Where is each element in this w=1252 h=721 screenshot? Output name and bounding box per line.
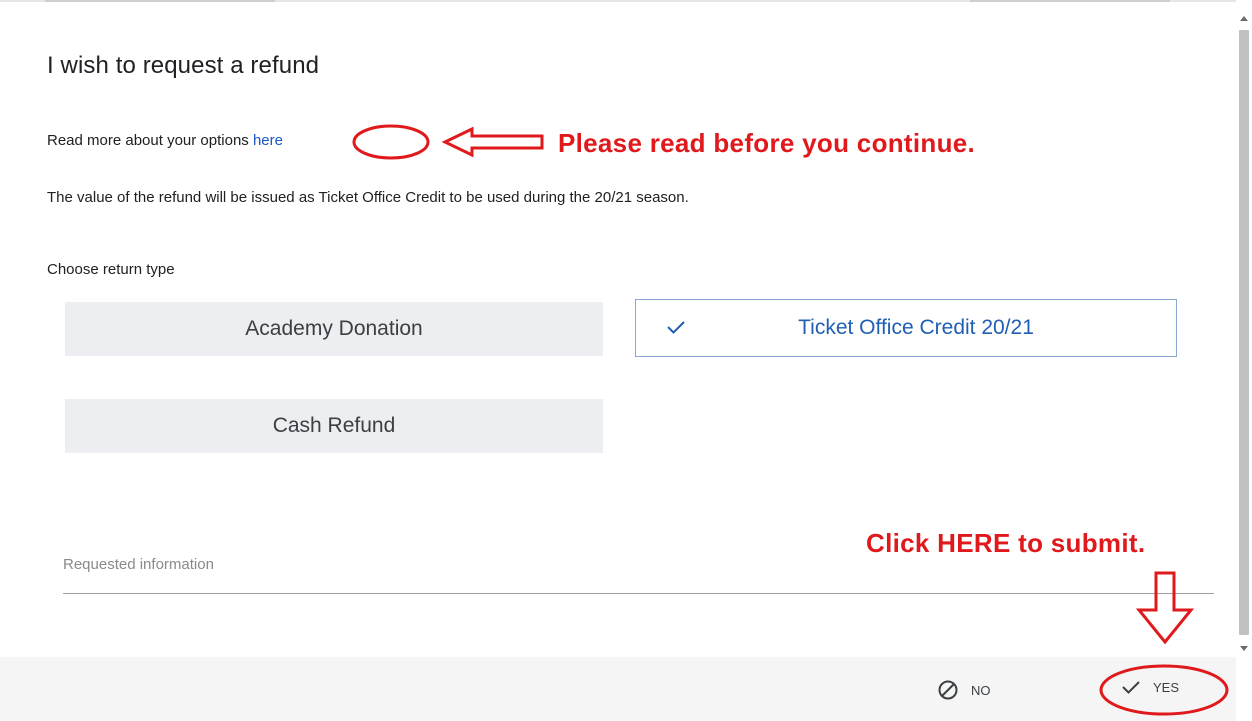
scroll-up-arrow-icon[interactable] [1240, 16, 1248, 21]
no-button[interactable]: NO [937, 679, 991, 701]
check-icon [1122, 681, 1140, 694]
option-cash-refund[interactable]: Cash Refund [65, 399, 603, 453]
top-divider [0, 0, 1236, 2]
scrollbar[interactable] [1236, 10, 1252, 655]
read-more-line: Read more about your options here [47, 132, 283, 149]
option-ticket-office-credit[interactable]: Ticket Office Credit 20/21 [635, 299, 1177, 357]
down-arrow-icon [1135, 571, 1195, 645]
option-label: Cash Refund [272, 414, 396, 437]
refund-notice: The value of the refund will be issued a… [47, 189, 689, 206]
left-arrow-icon [441, 126, 544, 158]
scrollbar-thumb[interactable] [1239, 30, 1249, 635]
check-icon [667, 321, 685, 334]
option-label: Ticket Office Credit 20/21 [798, 316, 1034, 339]
top-divider-segment [45, 0, 275, 2]
options-link[interactable]: here [253, 132, 283, 149]
scroll-down-arrow-icon[interactable] [1240, 646, 1248, 651]
yes-label: YES [1153, 679, 1180, 695]
return-type-label: Choose return type [47, 261, 175, 278]
top-divider-segment [970, 0, 1170, 2]
requested-information-field[interactable]: Requested information [63, 556, 214, 573]
link-highlight-annotation [352, 124, 544, 160]
read-callout: Please read before you continue. [558, 128, 976, 158]
read-more-text: Read more about your options [47, 132, 249, 149]
dialog-footer: NO YES [0, 657, 1236, 721]
option-label: Academy Donation [245, 317, 423, 340]
cancel-icon [938, 680, 958, 700]
requested-information-underline [63, 593, 1214, 594]
dialog-title: I wish to request a refund [47, 52, 320, 79]
submit-callout: Click HERE to submit. [866, 528, 1146, 558]
no-label: NO [971, 682, 991, 698]
option-academy-donation[interactable]: Academy Donation [65, 302, 603, 356]
yes-button[interactable]: YES [1121, 679, 1179, 695]
